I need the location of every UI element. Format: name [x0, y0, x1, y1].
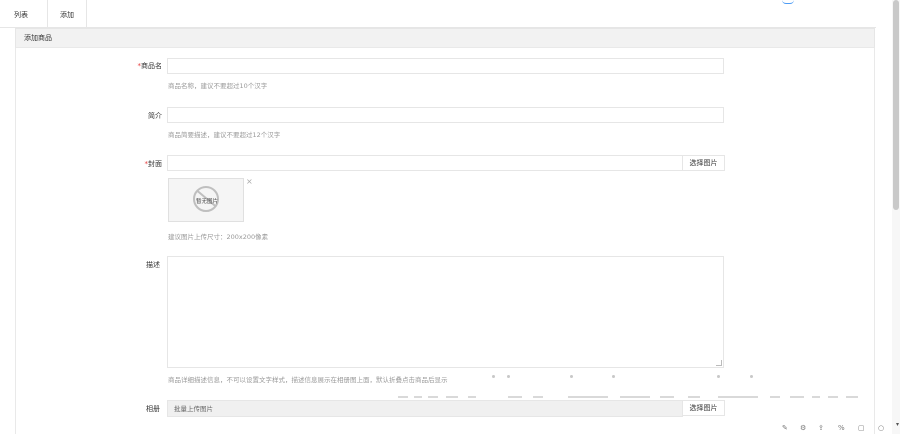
help-icon[interactable]: ○	[878, 424, 884, 432]
card-title: 添加商品	[15, 28, 875, 48]
intro-label: 简介	[148, 112, 162, 120]
window-icon[interactable]: ▢	[858, 424, 865, 432]
cover-input[interactable]	[167, 155, 683, 171]
scrollbar-thumb[interactable]	[893, 0, 899, 210]
cover-thumbnail: 暂无图片	[168, 178, 244, 222]
desc-textarea[interactable]	[167, 256, 724, 368]
gallery-label: 相册	[146, 405, 160, 413]
tab-add[interactable]: 添加	[47, 0, 87, 27]
no-image-text: 暂无图片	[195, 199, 218, 205]
desc-hint: 商品详细描述信息，不可以设置文字样式，描述信息展示在相册图上面，默认折叠点击商品…	[168, 376, 448, 384]
close-icon[interactable]: ×	[246, 177, 253, 186]
tag-icon[interactable]: %	[838, 424, 845, 432]
cover-hint: 建议图片上传尺寸：200x200像素	[168, 233, 269, 241]
resize-handle-icon[interactable]	[716, 360, 722, 366]
name-label: *商品名	[62, 61, 163, 71]
name-label-text: 商品名	[141, 62, 162, 70]
tab-list[interactable]: 列表	[14, 0, 28, 27]
gallery-input[interactable]: 批量上传图片	[167, 400, 683, 417]
share-icon[interactable]: ⇪	[818, 424, 824, 432]
intro-input[interactable]	[167, 107, 724, 123]
desc-label: 描述	[146, 261, 160, 269]
chevron-down-icon[interactable]: ▾	[896, 421, 899, 428]
edit-icon[interactable]: ✎	[782, 424, 788, 432]
intro-hint: 商品简要描述，建议不要超过12个汉字	[168, 131, 281, 139]
name-hint: 商品名称，建议不要超过10个汉字	[168, 82, 268, 90]
name-input[interactable]	[167, 58, 724, 74]
gallery-select-button[interactable]: 选择图片	[683, 400, 725, 416]
cover-label: *封面	[62, 159, 163, 169]
tab-bar: 列表 添加	[0, 0, 876, 28]
scrollbar[interactable]: ▾	[892, 0, 900, 434]
cover-select-button[interactable]: 选择图片	[683, 155, 725, 171]
cover-label-text: 封面	[148, 160, 162, 168]
settings-icon[interactable]: ⚙	[800, 424, 806, 432]
